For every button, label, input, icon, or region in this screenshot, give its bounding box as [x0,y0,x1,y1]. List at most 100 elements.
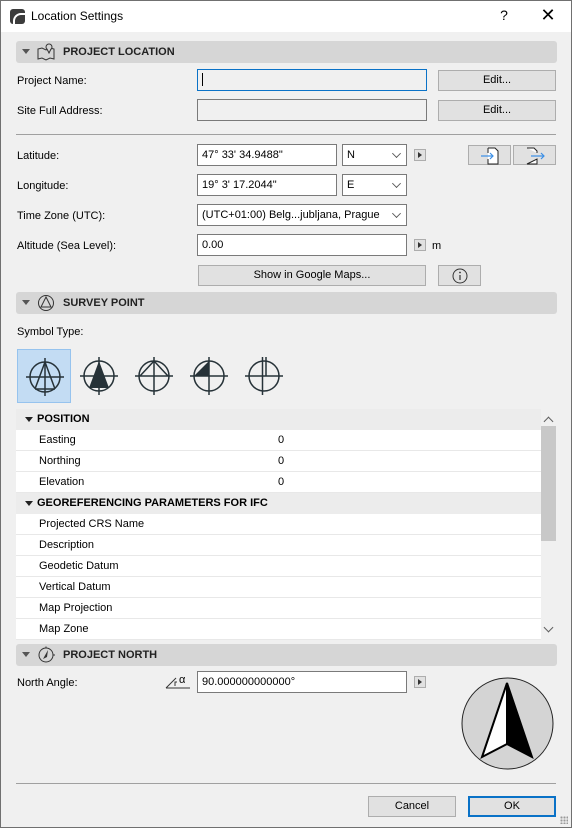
timezone-label: Time Zone (UTC): [17,210,106,222]
north-arrow-icon [38,646,55,663]
info-button[interactable] [438,265,481,286]
altitude-input[interactable]: 0.00 [197,234,407,256]
north-angle-input[interactable]: 90.000000000000° [197,671,407,693]
project-name-label: Project Name: [17,75,87,87]
angle-alpha-symbol: α [179,674,186,686]
property-name: Projected CRS Name [39,518,145,530]
app-logo-icon [10,9,25,25]
north-compass-icon [461,677,554,770]
north-angle-expand-arrow[interactable] [414,676,426,688]
latitude-direction-value: N [347,149,355,161]
section-project-location[interactable]: PROJECT LOCATION [16,41,557,63]
group-georeferencing[interactable]: GEOREFERENCING PARAMETERS FOR IFC [16,493,541,514]
symbol-type-label: Symbol Type: [17,326,84,338]
site-address-label: Site Full Address: [17,105,103,117]
symbol-open-triangle-option[interactable] [17,349,71,403]
chevron-down-icon [392,149,401,158]
symbol-filled-triangle-icon [80,357,118,395]
site-address-input[interactable] [197,99,427,121]
info-icon [452,268,467,284]
scroll-up-icon[interactable] [543,416,554,427]
property-name: Northing [39,455,81,467]
export-file-icon [526,147,545,165]
group-title: GEOREFERENCING PARAMETERS FOR IFC [37,497,268,509]
import-file-icon [480,147,498,165]
symbol-double-line-option[interactable] [237,349,291,403]
chevron-down-icon [392,179,401,188]
timezone-select[interactable]: (UTC+01:00) Belg...jubljana, Prague [197,204,407,226]
longitude-input[interactable]: 19° 3' 17.2044" [197,174,337,196]
altitude-expand-arrow[interactable] [414,239,426,251]
location-settings-dialog: Location Settings ? ✕ PROJECT LOCATION P… [0,0,572,828]
altitude-unit: m [432,240,442,252]
property-name: Map Projection [39,602,113,614]
section-title: PROJECT LOCATION [63,46,175,58]
longitude-direction-select[interactable]: E [342,174,407,196]
property-row[interactable]: Description [16,535,541,556]
longitude-label: Longitude: [17,180,69,192]
section-project-north[interactable]: PROJECT NORTH [16,644,557,666]
chevron-down-icon [392,209,401,218]
survey-point-icon [38,295,54,311]
angle-icon: α [165,674,191,690]
section-title: PROJECT NORTH [63,649,158,661]
property-row[interactable]: Vertical Datum [16,577,541,598]
window-title: Location Settings [31,9,124,23]
symbol-open-triangle-icon [26,358,64,396]
expand-triangle-icon [25,417,33,422]
cancel-button[interactable]: Cancel [368,796,456,817]
collapse-triangle-icon [22,300,30,305]
property-name: Easting [39,434,76,446]
ok-button[interactable]: OK [468,796,556,817]
latitude-direction-select[interactable]: N [342,144,407,166]
collapse-triangle-icon [22,652,30,657]
map-pin-icon [37,43,55,61]
text-caret [202,72,203,86]
altitude-label: Altitude (Sea Level): [17,240,117,252]
property-row[interactable]: Elevation 0 [16,472,541,493]
group-position[interactable]: POSITION [16,409,541,430]
latitude-label: Latitude: [17,150,60,162]
property-value[interactable]: 0 [278,455,284,467]
survey-point-properties-grid: POSITION Easting 0 Northing 0 Elevation … [16,409,541,640]
property-row[interactable]: Northing 0 [16,451,541,472]
section-title: SURVEY POINT [63,297,145,309]
collapse-triangle-icon [22,49,30,54]
resize-grip[interactable] [560,816,568,824]
edit-site-address-button[interactable]: Edit... [438,100,556,121]
close-button[interactable]: ✕ [539,5,557,25]
property-name: Vertical Datum [39,581,111,593]
longitude-direction-value: E [347,179,355,191]
scroll-down-icon[interactable] [543,622,554,633]
property-row[interactable]: Easting 0 [16,430,541,451]
latitude-input[interactable]: 47° 33' 34.9488" [197,144,337,166]
export-location-button[interactable] [513,145,556,165]
symbol-double-line-icon [245,357,283,395]
symbol-quarter-filled-icon [190,357,228,395]
project-name-input[interactable] [197,69,427,91]
property-name: Description [39,539,95,551]
latitude-expand-arrow[interactable] [414,149,426,161]
import-location-button[interactable] [468,145,511,165]
scrollbar-thumb[interactable] [541,426,556,541]
footer-divider [16,783,556,784]
help-button[interactable]: ? [497,7,511,23]
symbol-quarter-filled-option[interactable] [182,349,236,403]
property-row[interactable]: Geodetic Datum [16,556,541,577]
timezone-value: (UTC+01:00) Belg...jubljana, Prague [202,209,380,221]
symbol-chevron-option[interactable] [127,349,181,403]
property-row[interactable]: Projected CRS Name [16,514,541,535]
show-in-google-maps-button[interactable]: Show in Google Maps... [198,265,426,286]
property-name: Geodetic Datum [39,560,119,572]
north-angle-label: North Angle: [17,677,78,689]
symbol-filled-triangle-option[interactable] [72,349,126,403]
edit-project-name-button[interactable]: Edit... [438,70,556,91]
group-title: POSITION [37,413,90,425]
property-row[interactable]: Map Projection [16,598,541,619]
property-value[interactable]: 0 [278,434,284,446]
properties-scrollbar[interactable] [541,409,557,640]
property-name: Map Zone [39,623,89,635]
section-survey-point[interactable]: SURVEY POINT [16,292,557,314]
property-row[interactable]: Map Zone [16,619,541,640]
property-value[interactable]: 0 [278,476,284,488]
